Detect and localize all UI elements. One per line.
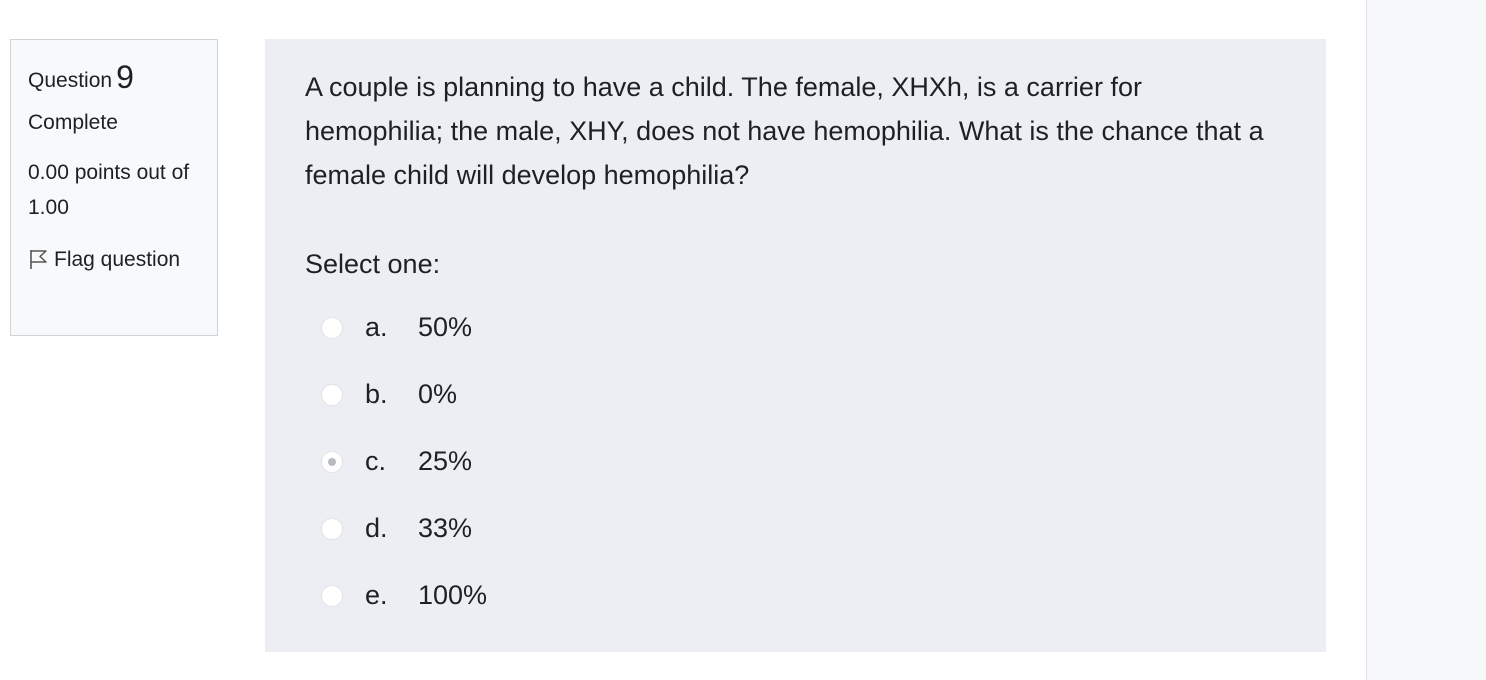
answer-value: 0% xyxy=(418,379,458,409)
radio-button[interactable] xyxy=(321,316,343,339)
answer-option-d[interactable]: d. 33% xyxy=(305,495,1286,562)
question-text: A couple is planning to have a child. Th… xyxy=(305,72,1264,190)
answer-letter: b. xyxy=(365,379,388,409)
quiz-page: Question 9 Complete 0.00 points out of 1.… xyxy=(0,0,1486,680)
answer-letter: c. xyxy=(365,446,387,476)
flag-question-link[interactable]: Flag question xyxy=(28,242,203,278)
answer-option-c[interactable]: c. 25% xyxy=(305,428,1286,495)
answer-option-b[interactable]: b. 0% xyxy=(305,361,1286,428)
right-side-panel xyxy=(1366,0,1486,680)
answer-option-e[interactable]: e. 100% xyxy=(305,562,1286,629)
answer-value: 33% xyxy=(418,513,473,543)
answer-value: 25% xyxy=(418,446,473,476)
answer-letter: e. xyxy=(365,580,388,610)
answer-list: a. 50% b. 0% c. 25% d. 33% e. 100% xyxy=(305,294,1286,629)
question-info-panel: Question 9 Complete 0.00 points out of 1.… xyxy=(10,39,218,336)
question-state: Complete xyxy=(28,111,118,134)
question-content: A couple is planning to have a child. Th… xyxy=(265,39,1326,652)
radio-button[interactable] xyxy=(321,383,343,406)
question-number: 9 xyxy=(116,59,134,95)
radio-button[interactable] xyxy=(321,517,343,540)
answer-prompt: Select one: xyxy=(305,249,441,279)
flag-outline-icon xyxy=(28,246,50,269)
flag-question-label: Flag question xyxy=(54,248,181,271)
radio-button-selected[interactable] xyxy=(321,450,343,473)
question-grade: 0.00 points out of 1.00 xyxy=(28,161,190,219)
answer-letter: a. xyxy=(365,312,388,342)
answer-letter: d. xyxy=(365,513,388,543)
answer-option-a[interactable]: a. 50% xyxy=(305,294,1286,361)
question-word: Question xyxy=(28,69,113,92)
answer-value: 100% xyxy=(418,580,488,610)
question-number-heading: Question 9 xyxy=(28,58,201,100)
answer-value: 50% xyxy=(418,312,473,342)
radio-button[interactable] xyxy=(321,584,343,607)
